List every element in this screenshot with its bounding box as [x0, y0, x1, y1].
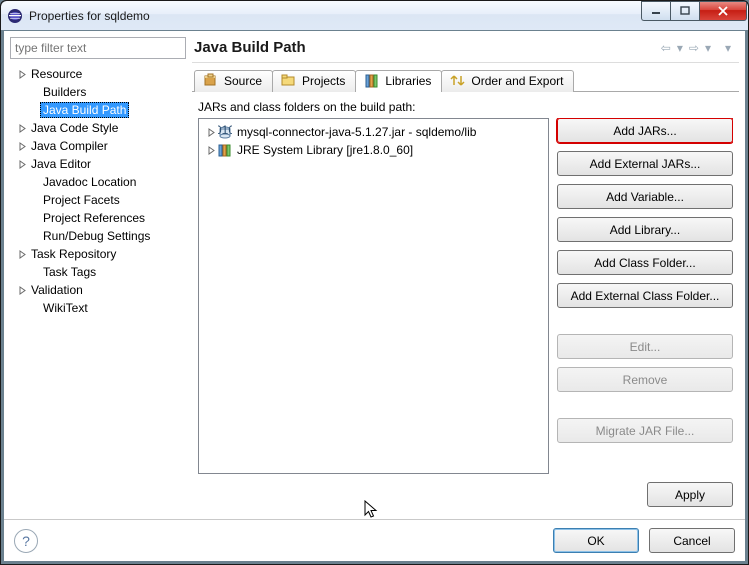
tree-item-label: Project Facets: [40, 192, 123, 208]
apply-row: Apply: [198, 482, 733, 507]
content-split: Resource Builders Java Build Path Java Code…: [4, 31, 745, 519]
list-heading: JARs and class folders on the build path…: [198, 100, 733, 114]
source-icon: [203, 73, 219, 89]
page-title: Java Build Path: [194, 39, 659, 56]
forward-icon[interactable]: ⇨: [687, 41, 701, 55]
back-menu-icon[interactable]: ▾: [675, 41, 685, 55]
help-icon[interactable]: ?: [14, 529, 38, 553]
tab-source-label: Source: [224, 74, 262, 88]
remove-button[interactable]: Remove: [557, 367, 733, 392]
close-button[interactable]: [699, 1, 747, 21]
list-item[interactable]: 010 mysql-connector-java-5.1.27.jar - sql…: [201, 123, 546, 141]
list-item[interactable]: JRE System Library [jre1.8.0_60]: [201, 141, 546, 159]
jar-icon: 010: [217, 124, 233, 140]
tree-item-task-repository[interactable]: Task Repository: [10, 245, 186, 263]
maximize-button[interactable]: [670, 1, 699, 21]
filter-input[interactable]: [10, 37, 186, 59]
bottom-bar: ? OK Cancel: [4, 519, 745, 561]
add-external-class-folder-button[interactable]: Add External Class Folder...: [557, 283, 733, 308]
tree-item-resource[interactable]: Resource: [10, 65, 186, 83]
svg-text:010: 010: [218, 125, 232, 137]
tab-projects[interactable]: Projects: [272, 70, 356, 92]
tree-item-task-tags[interactable]: Task Tags: [10, 263, 186, 281]
projects-icon: [281, 73, 297, 89]
tab-order[interactable]: Order and Export: [441, 70, 574, 92]
expand-arrow-icon[interactable]: [16, 124, 28, 133]
order-icon: [450, 73, 466, 89]
expand-arrow-icon[interactable]: [16, 286, 28, 295]
tab-order-label: Order and Export: [471, 74, 563, 88]
tab-projects-label: Projects: [302, 74, 345, 88]
add-variable-button[interactable]: Add Variable...: [557, 184, 733, 209]
expand-arrow-icon[interactable]: [16, 70, 28, 79]
ok-button[interactable]: OK: [553, 528, 639, 553]
expand-arrow-icon[interactable]: [16, 160, 28, 169]
expand-arrow-icon[interactable]: [205, 146, 217, 155]
tab-body: JARs and class folders on the build path…: [192, 92, 739, 513]
tab-libraries[interactable]: Libraries: [355, 70, 442, 92]
expand-arrow-icon[interactable]: [16, 250, 28, 259]
view-menu-icon[interactable]: ▾: [723, 41, 733, 55]
list-item-label: JRE System Library [jre1.8.0_60]: [237, 143, 413, 157]
cancel-button[interactable]: Cancel: [649, 528, 735, 553]
client-area: Resource Builders Java Build Path Java Code…: [1, 31, 748, 564]
category-tree[interactable]: Resource Builders Java Build Path Java Code…: [10, 65, 186, 513]
add-external-jars-button[interactable]: Add External JARs...: [557, 151, 733, 176]
add-jars-button[interactable]: Add JARs...: [557, 118, 733, 143]
expand-arrow-icon[interactable]: [16, 142, 28, 151]
tree-item-label: Java Compiler: [28, 138, 111, 154]
tree-item-label: Builders: [40, 84, 89, 100]
window-title: Properties for sqldemo: [29, 9, 641, 23]
tree-item-builders[interactable]: Builders: [10, 83, 186, 101]
nav-arrows: ⇦▾ ⇨▾ ▾: [659, 41, 733, 55]
add-library-button[interactable]: Add Library...: [557, 217, 733, 242]
eclipse-icon: [7, 8, 23, 24]
libraries-icon: [364, 73, 380, 89]
tab-libraries-label: Libraries: [385, 74, 431, 88]
expand-arrow-icon[interactable]: [205, 128, 217, 137]
tree-item-label: Java Build Path: [40, 102, 129, 118]
titlebar: Properties for sqldemo: [1, 1, 748, 31]
separator: [192, 62, 739, 63]
tree-item-label: Java Editor: [28, 156, 94, 172]
tree-item-java-build-path[interactable]: Java Build Path: [10, 101, 186, 119]
tree-item-javadoc-location[interactable]: Javadoc Location: [10, 173, 186, 191]
tree-item-label: WikiText: [40, 300, 91, 316]
add-class-folder-button[interactable]: Add Class Folder...: [557, 250, 733, 275]
tree-item-java-code-style[interactable]: Java Code Style: [10, 119, 186, 137]
left-pane: Resource Builders Java Build Path Java Code…: [10, 37, 186, 513]
tree-item-label: Validation: [28, 282, 86, 298]
minimize-button[interactable]: [641, 1, 670, 21]
tree-item-label: Java Code Style: [28, 120, 121, 136]
tree-item-label: Project References: [40, 210, 148, 226]
tree-item-label: Task Tags: [40, 264, 99, 280]
forward-menu-icon[interactable]: ▾: [703, 41, 713, 55]
library-icon: [217, 142, 233, 158]
tree-item-wikitext[interactable]: WikiText: [10, 299, 186, 317]
tree-item-project-references[interactable]: Project References: [10, 209, 186, 227]
tree-item-validation[interactable]: Validation: [10, 281, 186, 299]
right-pane: Java Build Path ⇦▾ ⇨▾ ▾ Source: [192, 37, 739, 513]
tab-source[interactable]: Source: [194, 70, 273, 92]
jars-list[interactable]: 010 mysql-connector-java-5.1.27.jar - sql…: [198, 118, 549, 474]
properties-window: Properties for sqldemo Resource Builders J…: [0, 0, 749, 565]
edit-button[interactable]: Edit...: [557, 334, 733, 359]
tree-item-project-facets[interactable]: Project Facets: [10, 191, 186, 209]
tree-item-java-editor[interactable]: Java Editor: [10, 155, 186, 173]
tree-item-label: Javadoc Location: [40, 174, 139, 190]
right-header: Java Build Path ⇦▾ ⇨▾ ▾: [192, 37, 739, 62]
list-item-label: mysql-connector-java-5.1.27.jar - sqldem…: [237, 125, 476, 139]
tree-item-java-compiler[interactable]: Java Compiler: [10, 137, 186, 155]
migrate-jar-button[interactable]: Migrate JAR File...: [557, 418, 733, 443]
tabstrip: Source Projects: [192, 69, 739, 92]
window-controls: [641, 8, 747, 24]
body-row: 010 mysql-connector-java-5.1.27.jar - sql…: [198, 118, 733, 474]
tree-item-label: Resource: [28, 66, 85, 82]
buttons-column: Add JARs... Add External JARs... Add Var…: [557, 118, 733, 474]
tree-item-run-debug-settings[interactable]: Run/Debug Settings: [10, 227, 186, 245]
tree-item-label: Run/Debug Settings: [40, 228, 153, 244]
back-icon[interactable]: ⇦: [659, 41, 673, 55]
apply-button[interactable]: Apply: [647, 482, 733, 507]
tree-item-label: Task Repository: [28, 246, 119, 262]
